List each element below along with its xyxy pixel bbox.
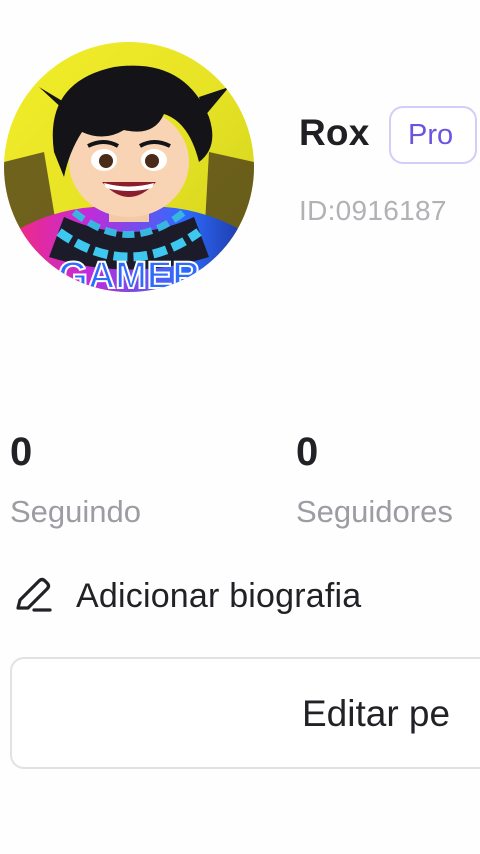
add-bio-label: Adicionar biografia [76,576,362,615]
avatar-image: GAMER [4,42,254,292]
followers-label[interactable]: Seguidores [296,494,453,530]
add-bio-button[interactable]: Adicionar biografia [10,570,361,622]
avatar[interactable]: GAMER [4,42,254,292]
avatar-logo-text: GAMER [58,255,199,292]
pro-badge[interactable]: Pro [389,106,477,164]
edit-profile-label: Editar pe [302,693,451,734]
profile-name: Rox [299,112,370,153]
user-id: ID:0916187 [299,195,447,226]
followers-count[interactable]: 0 [296,430,318,475]
pencil-icon [16,577,52,612]
edit-profile-button[interactable]: Editar pe [10,657,480,769]
following-count[interactable]: 0 [10,430,32,475]
profile-screen: GAMER Rox Pro ID:0916187 0 Seguindo 0 Se… [0,0,480,854]
following-label[interactable]: Seguindo [10,494,141,530]
